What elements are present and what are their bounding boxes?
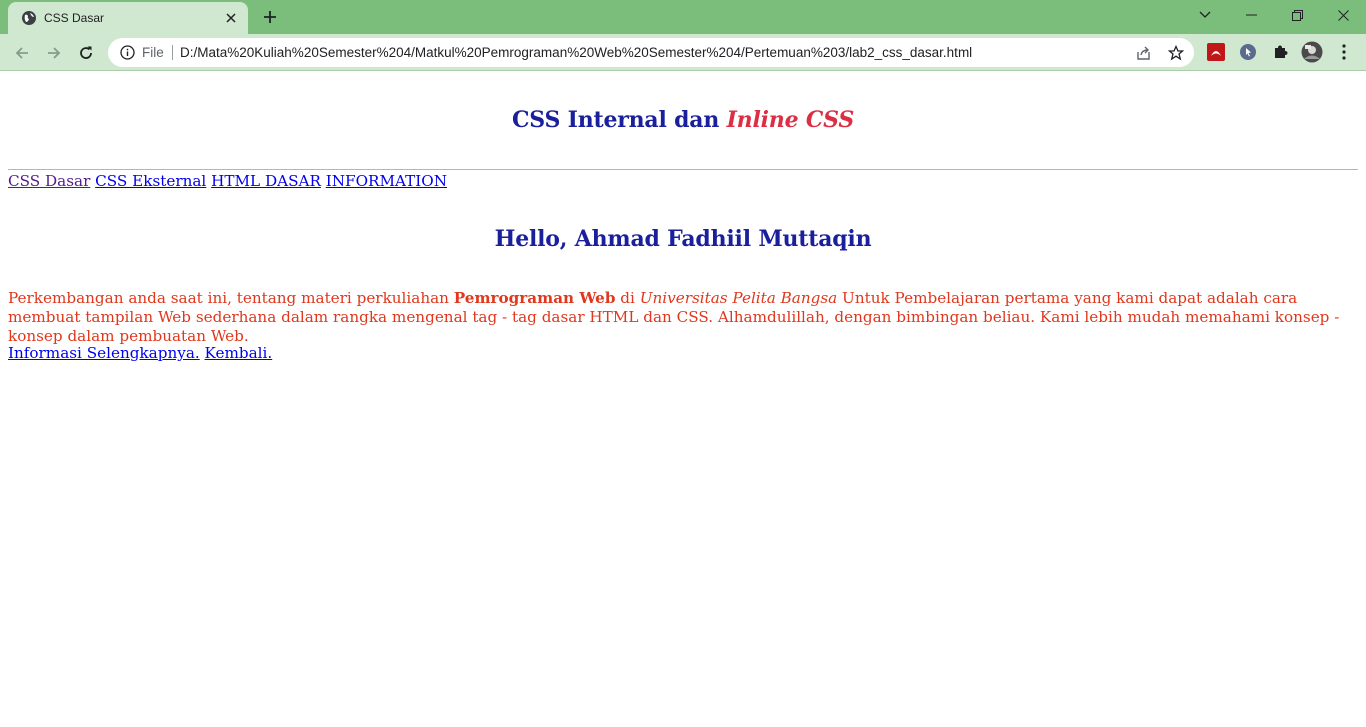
paragraph-part-1: Perkembangan anda saat ini, tentang mate… [8,289,454,307]
nav-links: CSS Dasar CSS Eksternal HTML DASAR INFOR… [8,171,447,191]
paragraph-bold: Pemrograman Web [453,289,616,307]
intro-paragraph: Perkembangan anda saat ini, tentang mate… [8,289,1360,346]
browser-toolbar: File D:/Mata%20Kuliah%20Semester%204/Mat… [0,34,1366,71]
reload-icon[interactable] [73,40,99,66]
kebab-menu-icon[interactable] [1334,42,1354,62]
tab-css-dasar[interactable]: CSS Dasar [8,2,248,34]
plus-icon[interactable] [258,6,282,28]
footer-links: Informasi Selengkapnya. Kembali. [8,343,272,363]
tab-title: CSS Dasar [44,11,105,25]
chevron-down-icon[interactable] [1185,2,1225,28]
page-title-italic: Inline CSS [726,107,855,133]
pdf-extension-icon[interactable] [1206,42,1226,62]
divider-line [8,169,1358,170]
url-text[interactable]: D:/Mata%20Kuliah%20Semester%204/Matkul%2… [180,44,972,61]
back-icon[interactable] [9,40,35,66]
profile-avatar-icon[interactable] [1300,40,1324,64]
close-icon[interactable] [1323,2,1363,28]
minimize-icon[interactable] [1231,2,1271,28]
forward-icon[interactable] [41,40,67,66]
page-title-regular: CSS Internal dan [511,107,727,133]
cursor-extension-icon[interactable] [1238,42,1258,62]
nav-link-css-eksternal[interactable]: CSS Eksternal [95,172,206,190]
back-link[interactable]: Kembali. [205,344,273,362]
nav-link-html-dasar[interactable]: HTML DASAR [211,172,321,190]
scheme-label: File [142,45,164,60]
paragraph-italic: Universitas Pelita Bangsa [639,289,838,307]
page-content: CSS Internal dan Inline CSS CSS Dasar CS… [0,72,1366,727]
address-bar[interactable]: File D:/Mata%20Kuliah%20Semester%204/Mat… [108,38,1194,67]
page-title: CSS Internal dan Inline CSS [0,105,1366,135]
restore-icon[interactable] [1277,2,1317,28]
puzzle-icon[interactable] [1270,42,1290,62]
info-icon[interactable] [120,45,135,60]
nav-link-css-dasar[interactable]: CSS Dasar [8,172,90,190]
scheme-divider [172,45,173,60]
paragraph-part-2: di [615,289,640,307]
share-icon[interactable] [1134,43,1154,63]
nav-link-information[interactable]: INFORMATION [326,172,447,190]
globe-icon [21,10,37,26]
tab-strip: CSS Dasar [0,0,1366,34]
close-icon[interactable] [222,9,240,27]
greeting-heading: Hello, Ahmad Fadhiil Muttaqin [494,226,872,252]
more-info-link[interactable]: Informasi Selengkapnya. [8,344,200,362]
star-icon[interactable] [1166,43,1186,63]
